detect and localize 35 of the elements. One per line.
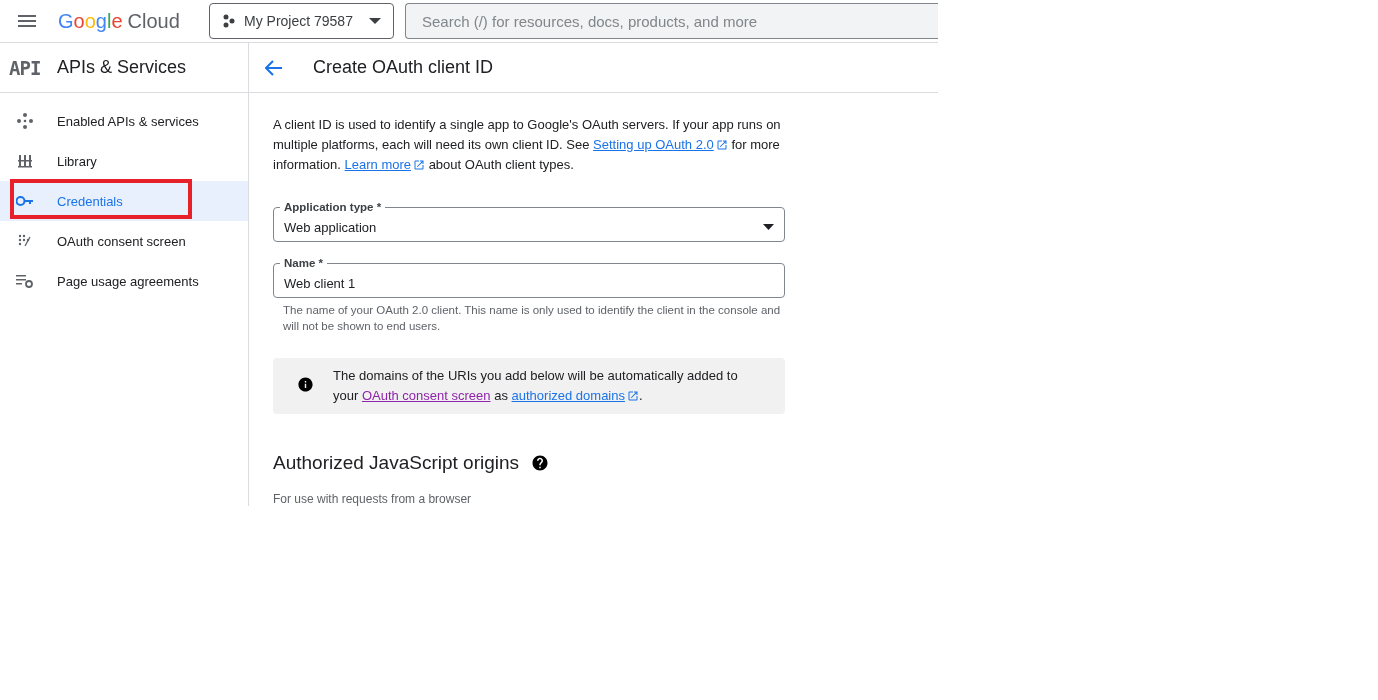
sidebar-item[interactable]: Page usage agreements: [0, 261, 248, 301]
section-title: APIs & Services: [57, 57, 187, 78]
info-text: The domains of the URIs you add below will be automatically added to your OAuth consent screen as authorized domains .: [333, 367, 739, 405]
diamond-dots-icon: [15, 112, 34, 130]
menu-icon: [18, 15, 36, 27]
key-icon: [15, 195, 34, 207]
name-input-field[interactable]: Name * Web client 1: [273, 256, 785, 298]
logo-text: Cloud: [127, 9, 180, 33]
search-field[interactable]: Search (/) for resources, docs, products, and more: [405, 3, 938, 39]
info-icon: [297, 376, 314, 393]
text-link[interactable]: Setting up OAuth 2.0: [593, 137, 714, 152]
sidebar-item[interactable]: Library: [0, 141, 248, 181]
project-picker[interactable]: My Project 79587: [209, 3, 394, 39]
dotted-grid-icon: [17, 234, 32, 248]
field-hint: The name of your OAuth 2.0 client. This name is only used to identify the client in the console and will not be shown to end users.: [283, 303, 782, 334]
section-subtitle: For use with requests from a browser: [273, 492, 473, 506]
text-link[interactable]: Learn more: [344, 157, 412, 172]
help-icon[interactable]: [531, 454, 550, 472]
sidebar-item[interactable]: Enabled APIs & services: [0, 101, 248, 141]
library-icon: [16, 153, 33, 169]
logo-text: Google: [58, 9, 123, 33]
text-link[interactable]: authorized domains: [511, 388, 625, 403]
dots-icon: [222, 14, 236, 28]
caret-icon: [763, 224, 774, 230]
back-arrow-icon: [265, 59, 283, 76]
application-type-dropdown[interactable]: Application type * Web application: [273, 200, 785, 242]
sidebar-item[interactable]: Credentials: [0, 181, 248, 221]
text-link[interactable]: OAuth consent screen: [361, 388, 491, 403]
sidebar-item[interactable]: OAuth consent screen: [0, 221, 248, 261]
caret-icon: [369, 18, 381, 24]
section-heading: Authorized JavaScript origins: [273, 452, 520, 474]
list-gear-icon: [15, 274, 34, 288]
page-title: Create OAuth client ID: [313, 57, 494, 78]
intro-paragraph: A client ID is used to identify a single app to Google's OAuth servers. If your app runs on multiple platforms, each will need its own client ID. See Setting up OAuth 2.0 for more information. Learn more about OAuth client types.: [273, 116, 782, 174]
api-logo: API: [9, 56, 42, 79]
